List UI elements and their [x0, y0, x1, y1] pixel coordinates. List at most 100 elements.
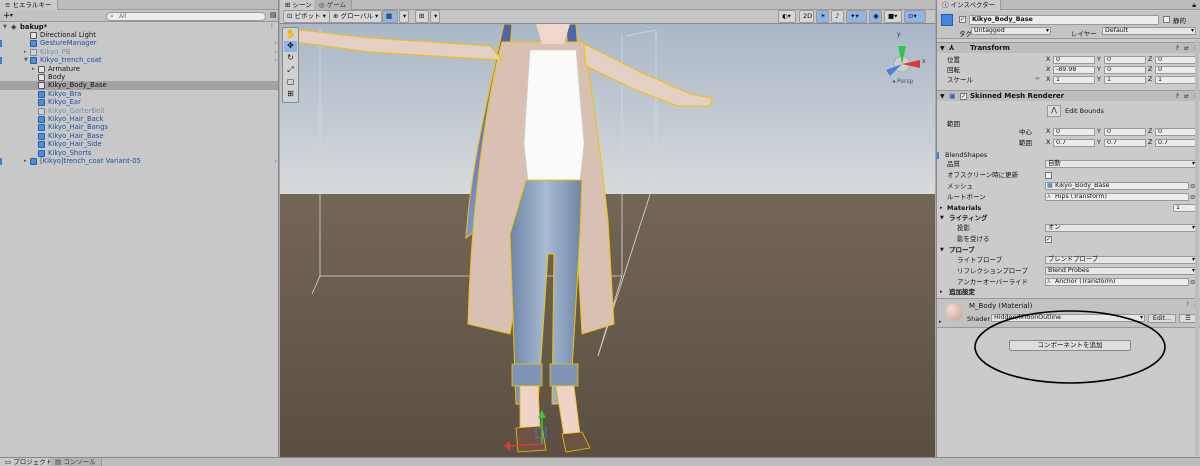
smr-enabled-checkbox[interactable]: ✓	[960, 93, 967, 100]
hierarchy-item[interactable]: Body	[0, 73, 278, 82]
lighting-toggle[interactable]: ☀	[816, 10, 829, 23]
bounds-center-x-field[interactable]: 0	[1053, 128, 1095, 136]
position-z-field[interactable]: 0	[1155, 56, 1197, 64]
lock-icon[interactable]: 🔒︎	[1192, 0, 1196, 10]
static-checkbox[interactable]	[1163, 16, 1170, 23]
additional-settings-foldout-row[interactable]: ▸ 追加設定	[937, 287, 1200, 297]
bounds-extent-z-field[interactable]: 0.7	[1155, 139, 1197, 147]
scale-x-field[interactable]: 1	[1053, 76, 1095, 84]
tab-game[interactable]: ◎ ゲーム	[314, 0, 353, 10]
lighting-foldout-row[interactable]: ▼ ライティング	[937, 213, 1200, 223]
root-bone-object-field[interactable]: ⅄ Hips (Transform)	[1045, 193, 1189, 201]
tab-hierarchy[interactable]: ≡ ヒエラルキー	[0, 0, 58, 10]
mesh-object-field[interactable]: ▦ Kikyo_Body_Base	[1045, 182, 1189, 190]
probes-foldout-row[interactable]: ▼ プローブ	[937, 245, 1200, 255]
global-toggle[interactable]: ⊕ グローバル ▾	[329, 10, 383, 23]
bounds-extent-y-field[interactable]: 0.7	[1104, 139, 1146, 147]
bounds-extent-x-field[interactable]: 0.7	[1053, 139, 1095, 147]
hierarchy-search-input[interactable]: ⌕ All	[106, 12, 266, 21]
scale-z-field[interactable]: 1	[1155, 76, 1197, 84]
gizmos-toggle[interactable]: ⊙▾	[904, 10, 926, 23]
hierarchy-item[interactable]: Kikyo_Hair_Back	[0, 115, 278, 124]
audio-toggle[interactable]: ♪	[831, 10, 844, 23]
grid-dropdown-button[interactable]: ▾	[399, 10, 409, 23]
hierarchy-item[interactable]: Kikyo_Body_Base	[0, 81, 278, 90]
constrain-proportions-icon[interactable]: ∞	[1035, 75, 1040, 82]
hierarchy-item[interactable]: Kikyo_Shorts	[0, 149, 278, 158]
tab-inspector[interactable]: ⓘ インスペクター	[937, 0, 1002, 10]
skinned-mesh-renderer-header[interactable]: ▼ ▣ ✓ Skinned Mesh Renderer ? ⇄ ⋮	[937, 90, 1200, 101]
update-offscreen-checkbox[interactable]	[1045, 171, 1052, 179]
move-tool-icon[interactable]: ✥	[284, 41, 297, 52]
camera-settings-button[interactable]: ■▾	[884, 10, 902, 23]
shading-mode-button[interactable]: ◐▾	[778, 10, 796, 23]
rect-tool-icon[interactable]: ▢	[284, 77, 297, 88]
hierarchy-item[interactable]: Directional Light	[0, 31, 278, 40]
inspector-scrollbar[interactable]	[1195, 40, 1199, 456]
grid-toggle-button[interactable]: ▦	[382, 10, 398, 23]
anchor-override-object-field[interactable]: ⅄ Anchor (Transform)	[1045, 278, 1189, 286]
bounds-center-z-field[interactable]: 0	[1155, 128, 1197, 136]
active-checkbox[interactable]: ✓	[959, 16, 966, 23]
position-x-field[interactable]: 0	[1053, 56, 1095, 64]
persp-label[interactable]: ◂ Persp	[892, 78, 913, 85]
hidden-objects-toggle[interactable]: ◉	[869, 10, 882, 23]
preset-icon[interactable]: ⇄	[1184, 43, 1189, 54]
foldout-arrow-icon[interactable]: ▸	[940, 287, 943, 297]
hierarchy-item[interactable]: Kikyo_Hair_Bangs	[0, 123, 278, 132]
hierarchy-item[interactable]: Kikyo_Hair_Side	[0, 140, 278, 149]
rotate-tool-icon[interactable]: ↻	[284, 53, 297, 64]
object-name-field[interactable]: Kikyo_Body_Base	[969, 15, 1159, 25]
prefab-open-chevron-icon[interactable]: ›	[274, 56, 277, 65]
hierarchy-item[interactable]: Kikyo_Bra	[0, 90, 278, 99]
position-y-field[interactable]: 0	[1104, 56, 1146, 64]
hand-tool-icon[interactable]: ✋	[284, 29, 297, 40]
transform-header[interactable]: ▼ ⅄ Transform ? ⇄ ⋮	[937, 42, 1200, 53]
hierarchy-item[interactable]: ▸ Kikyo_PB ›	[0, 48, 278, 57]
collapse-arrow-icon[interactable]: ▼	[940, 43, 945, 54]
edit-bounds-button[interactable]: ⋀	[1047, 105, 1061, 117]
foldout-arrow-icon[interactable]: ▸	[940, 203, 943, 213]
prefab-open-chevron-icon[interactable]: ›	[274, 48, 277, 57]
help-icon[interactable]: ?	[1176, 43, 1179, 54]
add-dropdown-icon[interactable]: ▾	[10, 12, 13, 19]
hierarchy-item[interactable]: GestureManager ›	[0, 39, 278, 48]
cast-shadows-dropdown[interactable]: オン	[1045, 224, 1197, 232]
rotation-z-field[interactable]: 0	[1155, 66, 1197, 74]
prefab-open-chevron-icon[interactable]: ›	[274, 157, 277, 166]
hierarchy-item[interactable]: Kikyo_Hair_Base	[0, 132, 278, 141]
bounds-center-y-field[interactable]: 0	[1104, 128, 1146, 136]
tab-scene[interactable]: ⊞ シーン	[280, 0, 318, 10]
materials-count-field[interactable]: 1	[1173, 204, 1197, 212]
hierarchy-item[interactable]: Kikyo_Ear	[0, 98, 278, 107]
hierarchy-item[interactable]: ▼ Kikyo_trench_coat ›	[0, 56, 278, 65]
rotation-y-field[interactable]: 0	[1104, 66, 1146, 74]
reflection-probes-dropdown[interactable]: Blend Probes	[1045, 267, 1197, 275]
expand-arrow-icon[interactable]: ▸	[24, 48, 27, 57]
scale-y-field[interactable]: 1	[1104, 76, 1146, 84]
hierarchy-item[interactable]: Kikyo_GarterBelt	[0, 107, 278, 116]
collapse-arrow-icon[interactable]: ▼	[940, 91, 945, 102]
quality-dropdown[interactable]: 自動	[1045, 160, 1197, 168]
transform-tool-icon[interactable]: ⊞	[284, 89, 297, 100]
tab-console[interactable]: ▤ コンソール	[50, 458, 102, 466]
foldout-arrow-icon[interactable]: ▼	[940, 245, 944, 255]
scene-viewport[interactable]: y x ◂ Persp ✋ ✥ ↻ ⤢ ▢ ⊞	[280, 24, 935, 457]
hierarchy-item[interactable]: ▸ [Kikyo]trench_coat Variant-05 ›	[0, 157, 278, 166]
expand-arrow-icon[interactable]: ▸	[24, 157, 27, 166]
expand-arrow-icon[interactable]: ▼	[24, 56, 28, 65]
tag-dropdown[interactable]: Untagged	[971, 27, 1051, 35]
light-probes-dropdown[interactable]: ブレンドプローブ	[1045, 256, 1197, 264]
effects-toggle[interactable]: ✦▾	[846, 10, 867, 23]
toggle-2d-button[interactable]: 2D	[799, 10, 814, 23]
rotation-x-field[interactable]: -89.98	[1053, 66, 1095, 74]
expand-arrow-icon[interactable]: ▸	[32, 65, 35, 74]
pivot-toggle[interactable]: ⊡ ピボット ▾	[283, 10, 330, 23]
foldout-arrow-icon[interactable]: ▼	[940, 213, 944, 223]
filter-icon[interactable]: ▤	[270, 11, 277, 19]
prefab-open-chevron-icon[interactable]: ›	[274, 39, 277, 48]
snap-button[interactable]: ⊞	[415, 10, 429, 23]
hierarchy-item[interactable]: ▸ Armature	[0, 65, 278, 74]
receive-shadows-checkbox[interactable]: ✓	[1045, 235, 1052, 243]
snap-dropdown-button[interactable]: ▾	[430, 10, 440, 23]
